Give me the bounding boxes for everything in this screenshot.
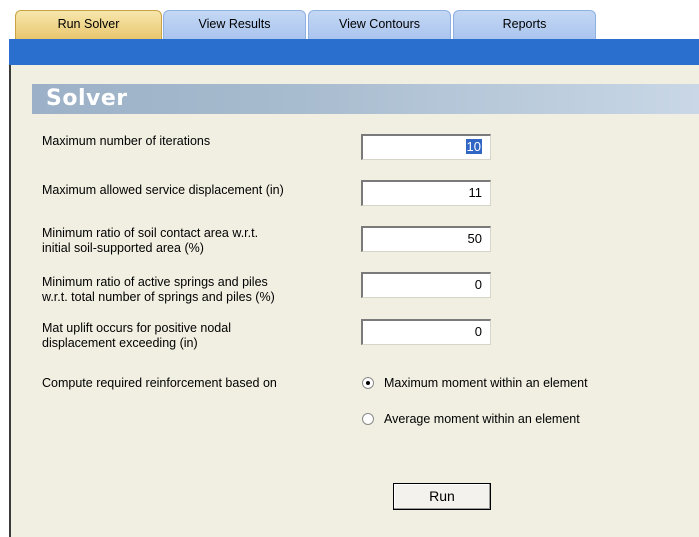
- tab-run-solver[interactable]: Run Solver: [15, 10, 162, 40]
- label-line: Maximum number of iterations: [42, 134, 211, 148]
- radio-circle: [362, 377, 374, 389]
- label-line: initial soil-supported area (%): [42, 241, 204, 255]
- label-line: Minimum ratio of active springs and pile…: [42, 275, 268, 289]
- field-value: 0: [474, 324, 482, 339]
- active-springs-ratio-label: Minimum ratio of active springs and pile…: [42, 275, 275, 305]
- tab-reports[interactable]: Reports: [453, 10, 596, 40]
- mat-uplift-input[interactable]: 0: [361, 319, 491, 345]
- field-value: 11: [468, 185, 483, 200]
- max-displacement-label: Maximum allowed service displacement (in…: [42, 183, 284, 198]
- mat-uplift-label: Mat uplift occurs for positive nodal dis…: [42, 321, 231, 351]
- field-value: 10: [465, 139, 482, 154]
- radio-circle: [362, 413, 374, 425]
- field-value: 50: [467, 231, 482, 246]
- max-iterations-label: Maximum number of iterations: [42, 134, 210, 149]
- label-line: Maximum allowed service displacement (in…: [42, 183, 284, 197]
- max-iterations-input[interactable]: 10: [361, 134, 491, 160]
- section-title: Solver: [46, 86, 128, 111]
- radio-dot: [366, 381, 370, 385]
- max-moment-radio[interactable]: Maximum moment within an element: [362, 375, 622, 391]
- label-line: Mat uplift occurs for positive nodal: [42, 321, 231, 335]
- label-line: Minimum ratio of soil contact area w.r.t…: [42, 226, 259, 240]
- max-displacement-input[interactable]: 11: [361, 180, 491, 206]
- active-springs-ratio-input[interactable]: 0: [361, 272, 491, 298]
- tab-view-results[interactable]: View Results: [163, 10, 306, 40]
- run-button[interactable]: Run: [393, 483, 491, 510]
- label-line: displacement exceeding (in): [42, 336, 198, 350]
- radio-label: Average moment within an element: [384, 412, 580, 426]
- reinforcement-label: Compute required reinforcement based on: [42, 376, 277, 391]
- tab-band: [9, 39, 699, 65]
- field-value: 0: [474, 277, 482, 292]
- label-line: Compute required reinforcement based on: [42, 376, 277, 390]
- soil-contact-ratio-label: Minimum ratio of soil contact area w.r.t…: [42, 226, 258, 256]
- label-line: w.r.t. total number of springs and piles…: [42, 290, 275, 304]
- section-header: Solver: [32, 84, 699, 114]
- radio-label: Maximum moment within an element: [384, 376, 588, 390]
- tab-bar: Run Solver View Results View Contours Re…: [0, 0, 699, 40]
- soil-contact-ratio-input[interactable]: 50: [361, 226, 491, 252]
- avg-moment-radio[interactable]: Average moment within an element: [362, 411, 622, 427]
- tab-view-contours[interactable]: View Contours: [308, 10, 451, 40]
